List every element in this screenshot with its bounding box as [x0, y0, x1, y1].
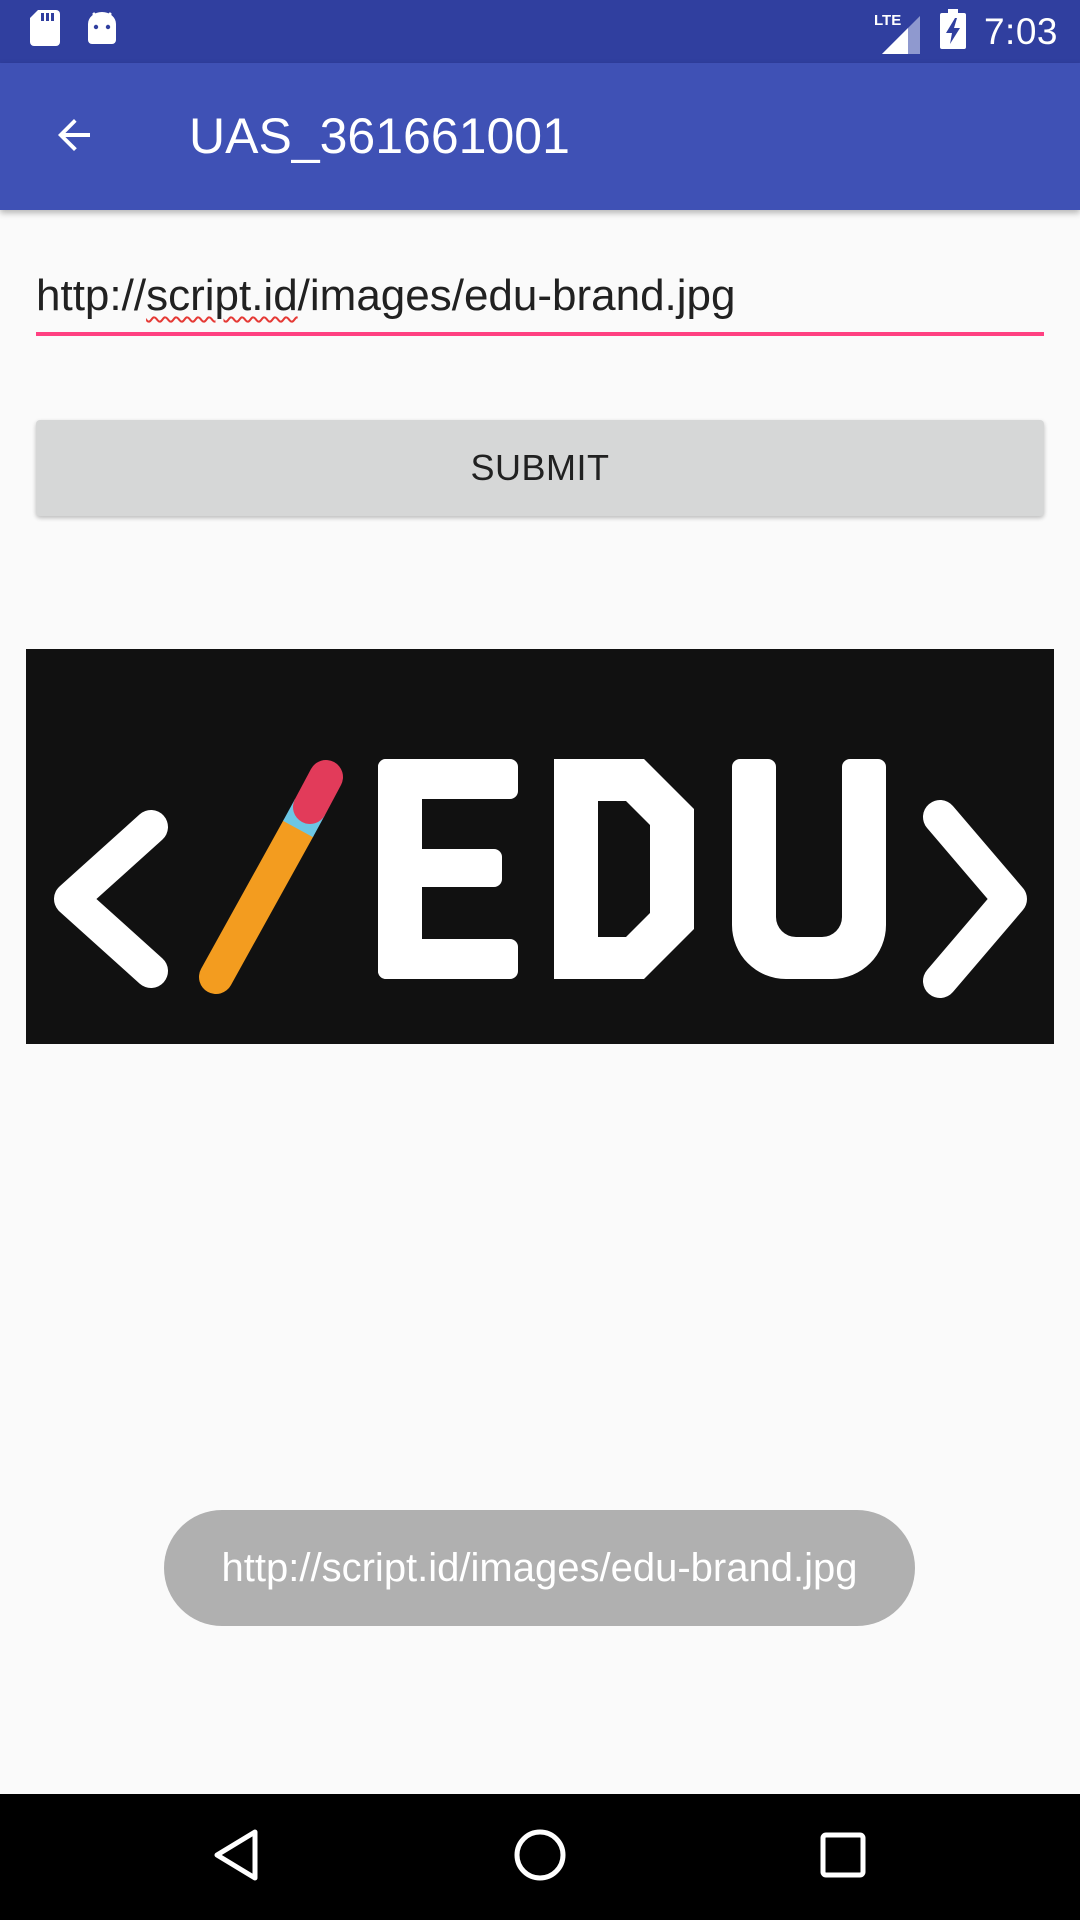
sd-card-icon [30, 10, 60, 51]
url-input-value: http://script.id/images/edu-brand.jpg [36, 258, 1044, 334]
back-button[interactable] [38, 101, 110, 173]
home-icon [513, 1828, 567, 1887]
system-icons: LTE 7:03 [874, 0, 1058, 63]
url-domain: script.id [146, 271, 298, 320]
battery-charging-icon [939, 9, 966, 54]
status-time: 7:03 [983, 10, 1058, 52]
status-bar: LTE 7:03 [0, 0, 1080, 63]
nav-recents-button[interactable] [800, 1814, 886, 1900]
submit-button[interactable]: SUBMIT [36, 420, 1044, 516]
nav-back-button[interactable] [193, 1814, 279, 1900]
toast-message: http://script.id/images/edu-brand.jpg [164, 1510, 915, 1626]
back-icon [211, 1828, 261, 1887]
app-title: UAS_361661001 [189, 108, 570, 164]
url-input-underline [36, 332, 1044, 336]
edu-logo [26, 649, 1054, 1044]
signal-icon: LTE [874, 10, 922, 54]
url-input[interactable]: http://script.id/images/edu-brand.jpg [36, 258, 1044, 336]
url-path: /images/edu-brand.jpg [297, 271, 736, 320]
app-bar: UAS_361661001 [0, 63, 1080, 210]
loaded-image [26, 649, 1054, 1044]
arrow-back-icon [50, 111, 98, 164]
navigation-bar [0, 1794, 1080, 1920]
recents-icon [819, 1831, 867, 1884]
logo-letter-e [378, 759, 518, 979]
screen: LTE 7:03 UAS_361661001 http://script.id/… [0, 0, 1080, 1920]
android-icon [86, 10, 118, 51]
nav-home-button[interactable] [497, 1814, 583, 1900]
notification-icons [30, 10, 118, 51]
url-scheme: http:// [36, 271, 147, 320]
